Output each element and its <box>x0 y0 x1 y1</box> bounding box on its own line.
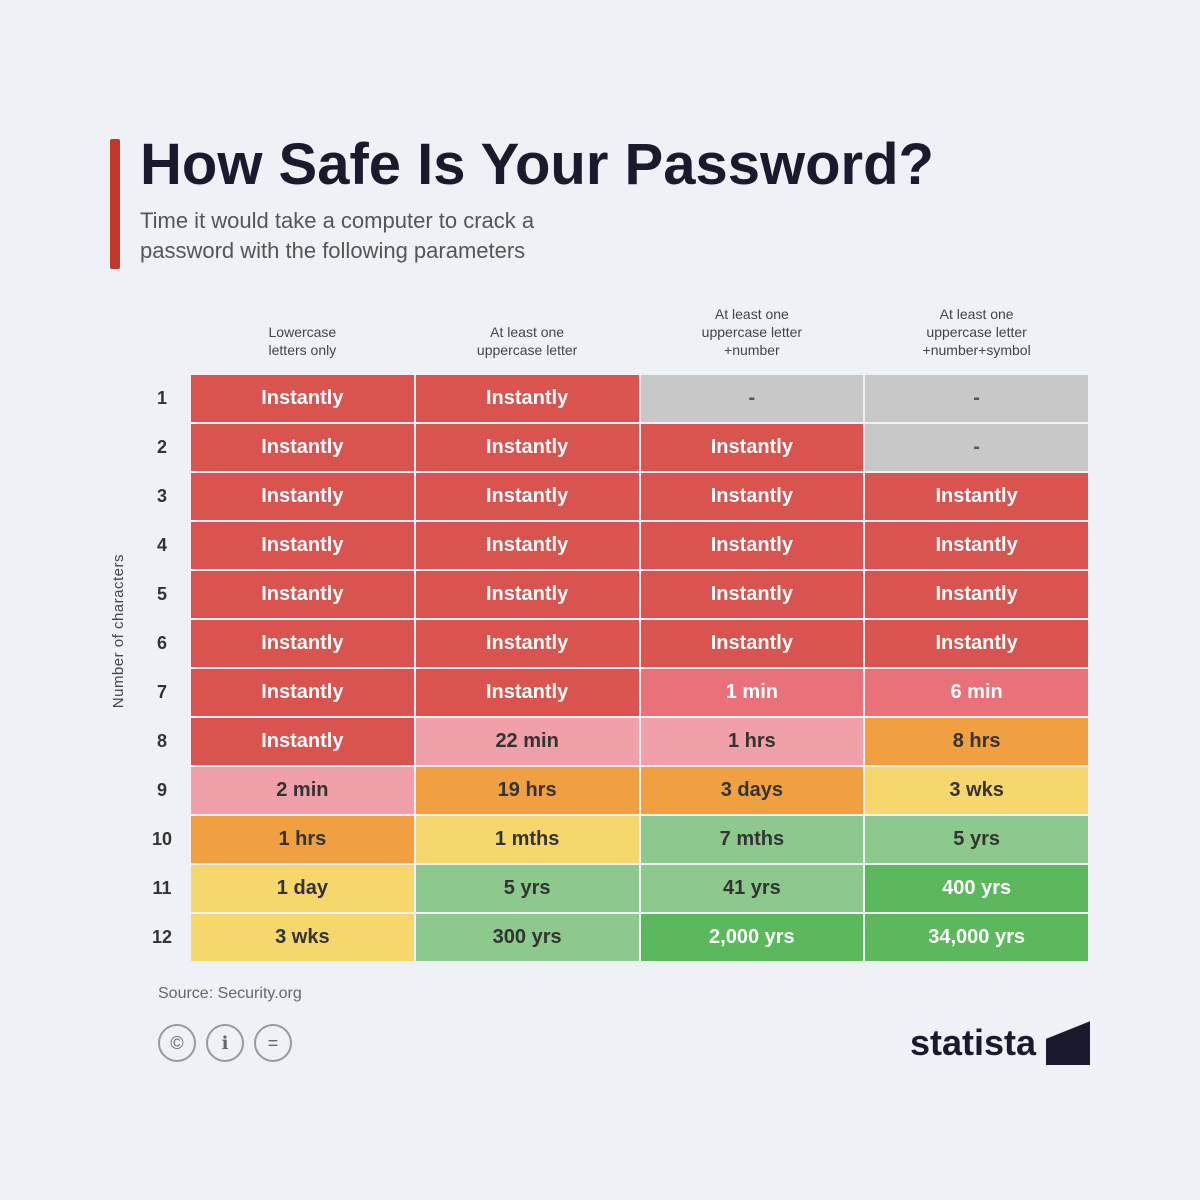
table-header-row: Lowercaseletters only At least oneupperc… <box>135 299 1089 375</box>
statista-label: statista <box>910 1022 1036 1064</box>
table-cell: 22 min <box>415 717 640 766</box>
row-number: 12 <box>135 913 190 962</box>
statista-icon <box>1046 1021 1090 1065</box>
table-cell: Instantly <box>640 570 865 619</box>
table-row: 101 hrs1 mths7 mths5 yrs <box>135 815 1089 864</box>
table-cell: Instantly <box>864 472 1089 521</box>
table-row: 2InstantlyInstantlyInstantly- <box>135 423 1089 472</box>
table-cell: 2,000 yrs <box>640 913 865 962</box>
source-line: Source: Security.org <box>158 985 1090 1003</box>
row-number: 2 <box>135 423 190 472</box>
table-cell: Instantly <box>640 472 865 521</box>
card: How Safe Is Your Password? Time it would… <box>50 85 1150 1116</box>
cc-nd-icon: = <box>254 1024 292 1062</box>
table-body: 1InstantlyInstantly--2InstantlyInstantly… <box>135 374 1089 962</box>
table-row: 7InstantlyInstantly1 min6 min <box>135 668 1089 717</box>
col-header-num <box>135 299 190 375</box>
table-row: 5InstantlyInstantlyInstantlyInstantly <box>135 570 1089 619</box>
table-cell: Instantly <box>415 570 640 619</box>
table-cell: 34,000 yrs <box>864 913 1089 962</box>
row-number: 4 <box>135 521 190 570</box>
cc-icons: © ℹ = <box>158 1024 292 1062</box>
table-cell: Instantly <box>415 472 640 521</box>
password-table: Lowercaseletters only At least oneupperc… <box>135 299 1090 964</box>
row-number: 11 <box>135 864 190 913</box>
table-cell: 5 yrs <box>864 815 1089 864</box>
table-cell: Instantly <box>864 521 1089 570</box>
table-wrapper: Number of characters Lowercaseletters on… <box>110 299 1090 964</box>
table-cell: Instantly <box>640 521 865 570</box>
table-cell: 400 yrs <box>864 864 1089 913</box>
table-row: 111 day5 yrs41 yrs400 yrs <box>135 864 1089 913</box>
col-header-uppercase-number-symbol: At least oneuppercase letter+number+symb… <box>864 299 1089 375</box>
statista-logo: statista <box>910 1021 1090 1065</box>
table-row: 4InstantlyInstantlyInstantlyInstantly <box>135 521 1089 570</box>
subtitle: Time it would take a computer to crack a… <box>140 206 740 268</box>
row-number: 5 <box>135 570 190 619</box>
table-cell: 1 day <box>190 864 415 913</box>
table-cell: 5 yrs <box>415 864 640 913</box>
row-number: 9 <box>135 766 190 815</box>
table-cell: 8 hrs <box>864 717 1089 766</box>
title-section: How Safe Is Your Password? Time it would… <box>110 135 1090 269</box>
table-cell: Instantly <box>415 668 640 717</box>
table-cell: 1 hrs <box>190 815 415 864</box>
row-number: 6 <box>135 619 190 668</box>
table-cell: 7 mths <box>640 815 865 864</box>
red-accent-bar <box>110 139 120 269</box>
footer: © ℹ = statista <box>158 1021 1090 1065</box>
table-cell: 1 min <box>640 668 865 717</box>
y-axis-label: Number of characters <box>110 534 127 728</box>
table-cell: - <box>864 374 1089 423</box>
table-row: 8Instantly22 min1 hrs8 hrs <box>135 717 1089 766</box>
table-cell: Instantly <box>415 619 640 668</box>
row-number: 7 <box>135 668 190 717</box>
table-cell: Instantly <box>415 374 640 423</box>
table-cell: 3 days <box>640 766 865 815</box>
table-row: 92 min19 hrs3 days3 wks <box>135 766 1089 815</box>
table-cell: 6 min <box>864 668 1089 717</box>
table-cell: 3 wks <box>864 766 1089 815</box>
table-cell: Instantly <box>190 374 415 423</box>
row-number: 10 <box>135 815 190 864</box>
table-cell: 1 hrs <box>640 717 865 766</box>
table-cell: Instantly <box>190 521 415 570</box>
table-row: 1InstantlyInstantly-- <box>135 374 1089 423</box>
table-cell: 3 wks <box>190 913 415 962</box>
row-number: 3 <box>135 472 190 521</box>
col-header-uppercase: At least oneuppercase letter <box>415 299 640 375</box>
main-title: How Safe Is Your Password? <box>140 135 934 196</box>
row-number: 1 <box>135 374 190 423</box>
table-cell: Instantly <box>190 717 415 766</box>
table-cell: Instantly <box>415 423 640 472</box>
table-cell: 41 yrs <box>640 864 865 913</box>
table-cell: 300 yrs <box>415 913 640 962</box>
table-cell: Instantly <box>190 423 415 472</box>
table-cell: Instantly <box>190 668 415 717</box>
table-cell: Instantly <box>415 521 640 570</box>
col-header-lowercase: Lowercaseletters only <box>190 299 415 375</box>
table-row: 123 wks300 yrs2,000 yrs34,000 yrs <box>135 913 1089 962</box>
table-cell: Instantly <box>640 619 865 668</box>
table-row: 3InstantlyInstantlyInstantlyInstantly <box>135 472 1089 521</box>
cc-by-icon: ℹ <box>206 1024 244 1062</box>
table-cell: - <box>640 374 865 423</box>
table-cell: Instantly <box>864 570 1089 619</box>
table-row: 6InstantlyInstantlyInstantlyInstantly <box>135 619 1089 668</box>
table-cell: Instantly <box>190 472 415 521</box>
table-cell: Instantly <box>864 619 1089 668</box>
table-cell: Instantly <box>190 570 415 619</box>
title-text: How Safe Is Your Password? Time it would… <box>140 135 934 267</box>
cc-icon: © <box>158 1024 196 1062</box>
table-cell: 2 min <box>190 766 415 815</box>
table-cell: 19 hrs <box>415 766 640 815</box>
table-cell: Instantly <box>640 423 865 472</box>
col-header-uppercase-number: At least oneuppercase letter+number <box>640 299 865 375</box>
table-cell: 1 mths <box>415 815 640 864</box>
table-cell: Instantly <box>190 619 415 668</box>
table-cell: - <box>864 423 1089 472</box>
row-number: 8 <box>135 717 190 766</box>
